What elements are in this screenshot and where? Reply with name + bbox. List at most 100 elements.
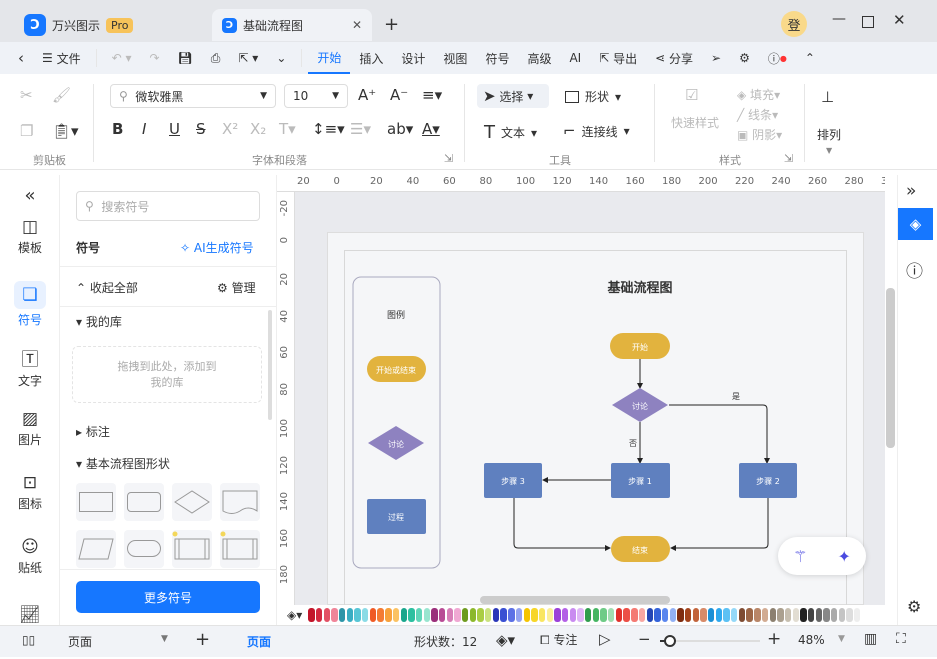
- underline-icon[interactable]: U: [169, 120, 180, 138]
- zoom-level[interactable]: 48%: [798, 633, 825, 647]
- palette-swatch[interactable]: [415, 608, 423, 622]
- select-tool-button[interactable]: ➤ 选择 ▾: [477, 84, 549, 108]
- shadow-button[interactable]: ▣ 阴影▾: [737, 126, 782, 143]
- shape-process[interactable]: [76, 483, 116, 521]
- collapse-all-button[interactable]: ⌃ 收起全部: [76, 279, 138, 296]
- shape-predefined-process[interactable]: [172, 530, 212, 568]
- panel-scrollbar[interactable]: [268, 310, 272, 420]
- canvas[interactable]: 图例 开始或结束 讨论 过程 基础流程图 开始 讨论 是 否 步骤 1 步骤 3…: [295, 192, 885, 610]
- zoom-dropdown-icon[interactable]: ▼: [838, 634, 845, 644]
- palette-swatch[interactable]: [400, 608, 407, 622]
- manage-button[interactable]: ⚙ 管理: [217, 279, 256, 296]
- chart-icon[interactable]: 📈︎: [0, 605, 60, 625]
- palette-swatch[interactable]: [807, 608, 815, 622]
- fit-screen-icon[interactable]: ⛶: [896, 631, 906, 647]
- palette-swatch[interactable]: [600, 608, 607, 622]
- maximize-button[interactable]: [862, 16, 874, 28]
- subscript-icon[interactable]: X₂: [250, 120, 266, 138]
- symbol-search-input[interactable]: ⚲ 搜索符号: [76, 191, 260, 221]
- palette-swatch[interactable]: [469, 608, 477, 622]
- palette-swatch[interactable]: [569, 608, 577, 622]
- close-tab-icon[interactable]: ✕: [352, 18, 362, 32]
- help-panel-icon[interactable]: ⓘ: [906, 257, 923, 282]
- palette-swatch[interactable]: [784, 608, 792, 622]
- palette-swatch[interactable]: [354, 608, 361, 622]
- collapse-ribbon-icon[interactable]: ⌃: [796, 42, 824, 74]
- palette-swatch[interactable]: [854, 608, 861, 622]
- palette-swatch[interactable]: [423, 608, 430, 622]
- text-case-icon[interactable]: ab▾: [387, 120, 413, 138]
- sidebar-item-image[interactable]: ▨ 图片: [0, 409, 60, 448]
- page-tab[interactable]: 页面: [247, 633, 271, 650]
- palette-swatch[interactable]: [339, 608, 346, 622]
- avatar[interactable]: 登: [781, 11, 807, 37]
- palette-swatch[interactable]: [684, 608, 692, 622]
- font-increase-icon[interactable]: A⁺: [358, 86, 376, 104]
- connector-tool-button[interactable]: ⌐ 连接线 ▾: [563, 122, 630, 140]
- shape-rounded-rect[interactable]: [124, 483, 164, 521]
- palette-swatch[interactable]: [815, 608, 823, 622]
- tab-insert[interactable]: 插入: [350, 42, 392, 74]
- page-panel-icon[interactable]: ▯▯: [22, 633, 35, 647]
- bold-icon[interactable]: B: [112, 120, 123, 138]
- tab-start[interactable]: 开始: [308, 42, 351, 74]
- palette-swatch[interactable]: [308, 608, 315, 622]
- palette-swatch[interactable]: [346, 608, 354, 622]
- palette-swatch[interactable]: [546, 608, 553, 622]
- palette-swatch[interactable]: [585, 608, 592, 622]
- send-icon[interactable]: ➢: [702, 42, 730, 74]
- play-icon[interactable]: ▷: [599, 630, 611, 648]
- align-icon[interactable]: ≡▾: [422, 86, 442, 104]
- sidebar-item-sticker[interactable]: ☺ 贴纸: [0, 537, 60, 576]
- palette-swatch[interactable]: [323, 608, 331, 622]
- arrange-dropdown-icon[interactable]: ▼: [826, 146, 832, 155]
- expand-panel-icon[interactable]: »: [906, 181, 916, 201]
- palette-swatch[interactable]: [623, 608, 630, 622]
- palette-swatch[interactable]: [738, 608, 746, 622]
- palette-swatch[interactable]: [531, 608, 538, 622]
- font-size-select[interactable]: 10 ▼: [284, 84, 348, 108]
- export-quick-icon[interactable]: ⇱ ▾: [229, 42, 267, 74]
- palette-swatch[interactable]: [485, 608, 492, 622]
- copy-icon[interactable]: ❐: [20, 122, 33, 140]
- font-dialog-icon[interactable]: ⇲: [444, 152, 453, 165]
- tab-design[interactable]: 设计: [392, 42, 434, 74]
- palette-swatch[interactable]: [754, 608, 761, 622]
- fill-color-icon[interactable]: ◈▾: [287, 608, 302, 622]
- strikethrough-icon[interactable]: S: [196, 120, 206, 138]
- palette-swatch[interactable]: [677, 608, 684, 622]
- palette-swatch[interactable]: [800, 608, 807, 622]
- palette-swatch[interactable]: [792, 608, 799, 622]
- palette-swatch[interactable]: [462, 608, 469, 622]
- tab-symbol[interactable]: 符号: [476, 42, 518, 74]
- palette-swatch[interactable]: [446, 608, 454, 622]
- shape-data[interactable]: [76, 530, 116, 568]
- font-decrease-icon[interactable]: A⁻: [390, 86, 408, 104]
- cut-icon[interactable]: ✂: [20, 86, 33, 104]
- palette-swatch[interactable]: [731, 608, 738, 622]
- add-page-button[interactable]: +: [195, 629, 210, 650]
- palette-swatch[interactable]: [838, 608, 846, 622]
- palette-swatch[interactable]: [715, 608, 723, 622]
- palette-swatch[interactable]: [392, 608, 400, 622]
- zoom-slider[interactable]: [660, 635, 760, 647]
- magic-wand-icon[interactable]: ⚚: [793, 547, 807, 566]
- ai-generate-symbol-link[interactable]: ✧ AI生成符号: [180, 239, 254, 256]
- ai-sparkle-icon[interactable]: ✦: [838, 547, 851, 566]
- palette-swatch[interactable]: [438, 608, 446, 622]
- palette-swatch[interactable]: [377, 608, 384, 622]
- palette-swatch[interactable]: [515, 608, 523, 622]
- palette-swatch[interactable]: [331, 608, 338, 622]
- collapse-sidebar-icon[interactable]: «: [0, 185, 60, 206]
- palette-swatch[interactable]: [408, 608, 415, 622]
- library-drop-zone[interactable]: 拖拽到此处，添加到 我的库: [72, 346, 262, 403]
- minimize-button[interactable]: —: [832, 11, 846, 27]
- page-dropdown-icon[interactable]: ▼: [161, 634, 168, 644]
- palette-swatch[interactable]: [454, 608, 461, 622]
- more-symbols-button[interactable]: 更多符号: [76, 581, 260, 613]
- line-button[interactable]: ╱ 线条▾: [737, 106, 778, 123]
- share-button[interactable]: ⋖ 分享: [646, 42, 702, 74]
- canvas-settings-icon[interactable]: ⚙: [907, 597, 921, 616]
- italic-icon[interactable]: I: [142, 120, 146, 138]
- text-style-icon[interactable]: T▾: [279, 120, 296, 138]
